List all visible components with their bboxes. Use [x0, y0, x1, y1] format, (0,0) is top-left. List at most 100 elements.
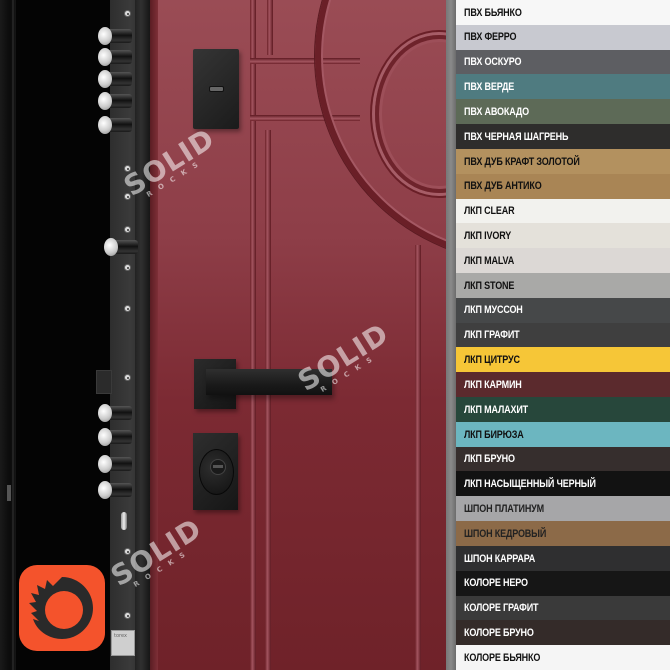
color-swatch: ПВХ ВЕРДЕ	[456, 74, 670, 100]
upper-lock-keyplate	[193, 49, 239, 129]
color-swatch: КОЛОРЕ БЬЯНКО	[456, 645, 670, 670]
color-swatch: ПВХ ОСКУРО	[456, 49, 670, 75]
swatch-label: ЛКП КАРМИН	[464, 378, 522, 391]
screw	[124, 548, 131, 555]
cylinder-keyhole-icon	[210, 459, 226, 475]
door-edge	[150, 0, 158, 670]
frame-seam	[12, 0, 14, 670]
swatch-label: ПВХ ФЕРРО	[464, 31, 517, 44]
color-swatch: КОЛОРЕ ГРАФИТ	[456, 595, 670, 621]
lock-brand-plate: torex	[111, 630, 135, 656]
swatch-label: ПВХ ВЕРДЕ	[464, 81, 515, 94]
swatch-label: ЛКП МАЛАХИТ	[464, 403, 529, 416]
keyhole-icon	[209, 86, 224, 92]
screw	[124, 612, 131, 619]
color-swatch: КОЛОРЕ НЕРО	[456, 570, 670, 597]
color-swatch: ПВХ ЧЕРНАЯ ШАГРЕНЬ	[456, 124, 670, 150]
color-swatch: ШПОН КЕДРОВЫЙ	[456, 521, 670, 547]
color-swatch: ШПОН КАРРАРА	[456, 545, 670, 572]
screw	[124, 305, 131, 312]
swatch-label: ЛКП БИРЮЗА	[464, 428, 524, 441]
swatch-label: ПВХ ДУБ АНТИКО	[464, 180, 542, 193]
swatch-label: ШПОН ПЛАТИНУМ	[464, 502, 544, 515]
bolt-cap	[98, 116, 112, 134]
color-swatch: ПВХ БЬЯНКО	[456, 0, 670, 26]
cylinder-escutcheon	[193, 433, 238, 510]
color-swatch: ЛКП БИРЮЗА	[456, 421, 670, 448]
color-swatch-list: ПВХ БЬЯНКО ПВХ ФЕРРО ПВХ ОСКУРО ПВХ ВЕРДЕ ПВ…	[456, 0, 670, 670]
frame-hinge	[7, 485, 11, 501]
swatch-label: КОЛОРЕ НЕРО	[464, 577, 528, 590]
swatch-label: ЛКП STONE	[464, 279, 515, 292]
color-swatch: ЛКП ГРАФИТ	[456, 322, 670, 348]
swatch-label: ЛКП ГРАФИТ	[464, 329, 520, 342]
cylinder-guard	[199, 449, 234, 495]
product-image: torex SOLIDROCKS SOLIDROCKS SOLIDROCKS S…	[0, 0, 670, 670]
lock-bolt	[98, 455, 134, 473]
screw	[124, 10, 131, 17]
screw	[124, 193, 131, 200]
panel-groove-vertical	[267, 0, 273, 55]
color-swatch: ЛКП МУССОН	[456, 297, 670, 324]
color-swatch: ЛКП МАЛАХИТ	[456, 397, 670, 423]
lock-bolt	[98, 428, 134, 446]
lock-bolt	[98, 116, 134, 134]
bolt-cap	[98, 428, 112, 446]
swatch-label: ШПОН КЕДРОВЫЙ	[464, 527, 547, 540]
swatch-label: ПВХ ОСКУРО	[464, 56, 522, 69]
swatch-label: ЛКП IVORY	[464, 229, 512, 242]
swatch-label: ПВХ БЬЯНКО	[464, 6, 522, 19]
swatch-label: ЛКП НАСЫЩЕННЫЙ ЧЕРНЫЙ	[464, 478, 596, 491]
swatch-label: ПВХ АВОКАДО	[464, 105, 529, 118]
latch-block	[96, 370, 112, 394]
panel-groove-vertical	[415, 245, 421, 670]
lock-strip-edge	[135, 0, 150, 670]
panel-groove-vertical	[265, 130, 271, 670]
bolt-cap	[98, 455, 112, 473]
color-swatch: ЛКП CLEAR	[456, 198, 670, 224]
color-swatch: ПВХ ДУБ КРАФТ ЗОЛОТОЙ	[456, 148, 670, 175]
color-swatch: ЛКП ЦИТРУС	[456, 347, 670, 373]
swatch-label: ЛКП ЦИТРУС	[464, 354, 520, 367]
screw	[124, 264, 131, 271]
corona-logo-glyph	[29, 577, 93, 639]
color-swatch: ПВХ АВОКАДО	[456, 99, 670, 125]
bolt-cap	[104, 238, 118, 256]
screw	[124, 374, 131, 381]
lock-bolt	[98, 27, 134, 45]
screw	[124, 165, 131, 172]
lock-bolt	[104, 238, 140, 256]
swatch-label: КОЛОРЕ БЬЯНКО	[464, 651, 541, 664]
color-swatch: ЛКП КАРМИН	[456, 372, 670, 398]
bolt-cap	[98, 481, 112, 499]
bolt-cap	[98, 404, 112, 422]
color-swatch: ПВХ ДУБ АНТИКО	[456, 173, 670, 200]
bolt-cap	[98, 70, 112, 88]
screw	[124, 226, 131, 233]
hook-bolt	[121, 512, 127, 530]
lock-bolt	[98, 70, 134, 88]
color-swatch: ШПОН ПЛАТИНУМ	[456, 496, 670, 522]
color-swatch: ЛКП MALVA	[456, 248, 670, 274]
swatch-label: ПВХ ДУБ КРАФТ ЗОЛОТОЙ	[464, 155, 580, 168]
swatch-label: КОЛОРЕ БРУНО	[464, 627, 534, 640]
bolt-cap	[98, 27, 112, 45]
lock-brand-text: torex	[114, 633, 127, 639]
swatch-label: КОЛОРЕ ГРАФИТ	[464, 602, 539, 615]
swatch-label: ШПОН КАРРАРА	[464, 552, 536, 565]
panel-groove-vertical	[250, 0, 256, 670]
swatch-label: ЛКП БРУНО	[464, 453, 515, 466]
door-handle	[206, 369, 332, 395]
color-swatch: ЛКП STONE	[456, 272, 670, 299]
lock-bolt	[98, 481, 134, 499]
lock-bolt	[98, 92, 134, 110]
color-swatch: ЛКП НАСЫЩЕННЫЙ ЧЕРНЫЙ	[456, 471, 670, 497]
color-swatch: ЛКП IVORY	[456, 223, 670, 249]
lock-bolt	[98, 404, 134, 422]
swatch-label: ЛКП CLEAR	[464, 205, 515, 218]
color-swatch: ПВХ ФЕРРО	[456, 24, 670, 51]
swatch-label: ПВХ ЧЕРНАЯ ШАГРЕНЬ	[464, 130, 569, 143]
bolt-cap	[98, 48, 112, 66]
color-swatch: ЛКП БРУНО	[456, 446, 670, 472]
swatch-label: ЛКП MALVA	[464, 254, 515, 267]
